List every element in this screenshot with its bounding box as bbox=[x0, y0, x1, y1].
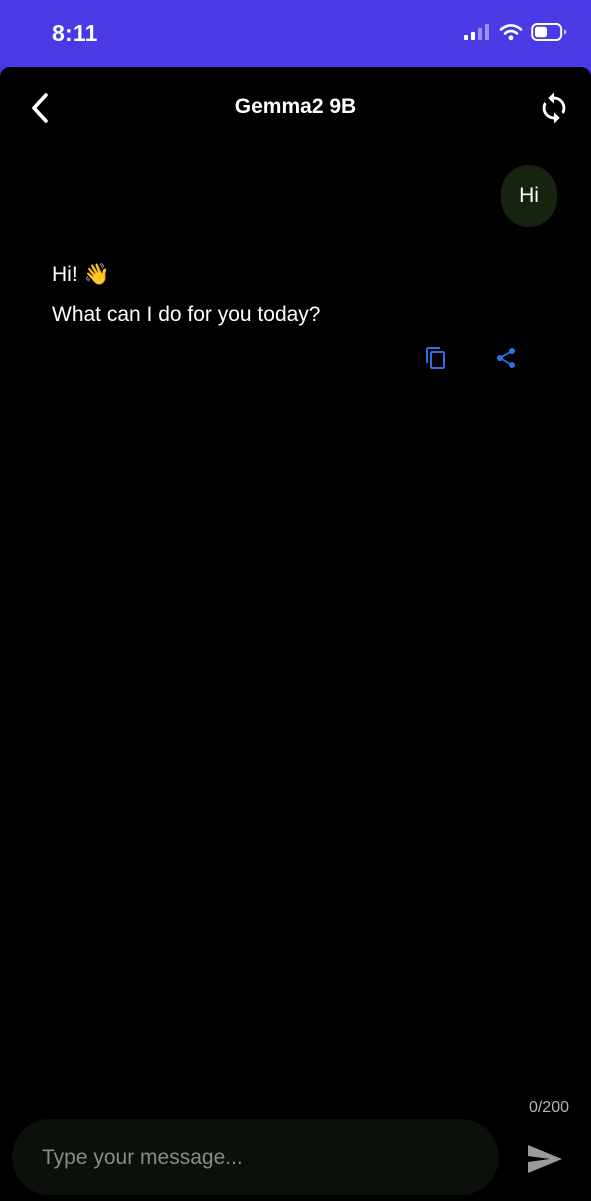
share-button[interactable] bbox=[494, 346, 518, 370]
battery-icon bbox=[531, 23, 567, 41]
assistant-message-line: Hi! 👋 bbox=[52, 263, 110, 286]
copy-button[interactable] bbox=[424, 346, 448, 370]
cellular-signal-icon bbox=[464, 24, 489, 40]
assistant-message: Hi! 👋 What can I do for you today? bbox=[52, 255, 321, 335]
status-time: 8:11 bbox=[52, 20, 98, 46]
message-input-container bbox=[12, 1119, 499, 1197]
assistant-message-line: What can I do for you today? bbox=[52, 303, 321, 326]
chat-screen: Gemma2 9B Hi Hi! 👋 What can I do for you… bbox=[0, 67, 591, 1201]
refresh-icon bbox=[542, 92, 566, 124]
user-message-bubble: Hi bbox=[501, 165, 557, 227]
user-message-text: Hi bbox=[519, 184, 539, 207]
page-title: Gemma2 9B bbox=[234, 95, 357, 118]
reset-chat-button[interactable] bbox=[537, 91, 571, 125]
message-input[interactable] bbox=[40, 1119, 484, 1197]
character-count: 0/200 bbox=[528, 1099, 569, 1116]
status-icons bbox=[463, 22, 567, 42]
header: Gemma2 9B bbox=[0, 67, 591, 147]
status-bar: 8:11 bbox=[0, 0, 591, 68]
wifi-icon bbox=[499, 24, 523, 41]
share-icon bbox=[497, 348, 515, 368]
message-actions bbox=[424, 346, 518, 370]
send-icon bbox=[528, 1145, 562, 1173]
copy-icon bbox=[426, 347, 445, 369]
send-button[interactable] bbox=[526, 1143, 564, 1175]
